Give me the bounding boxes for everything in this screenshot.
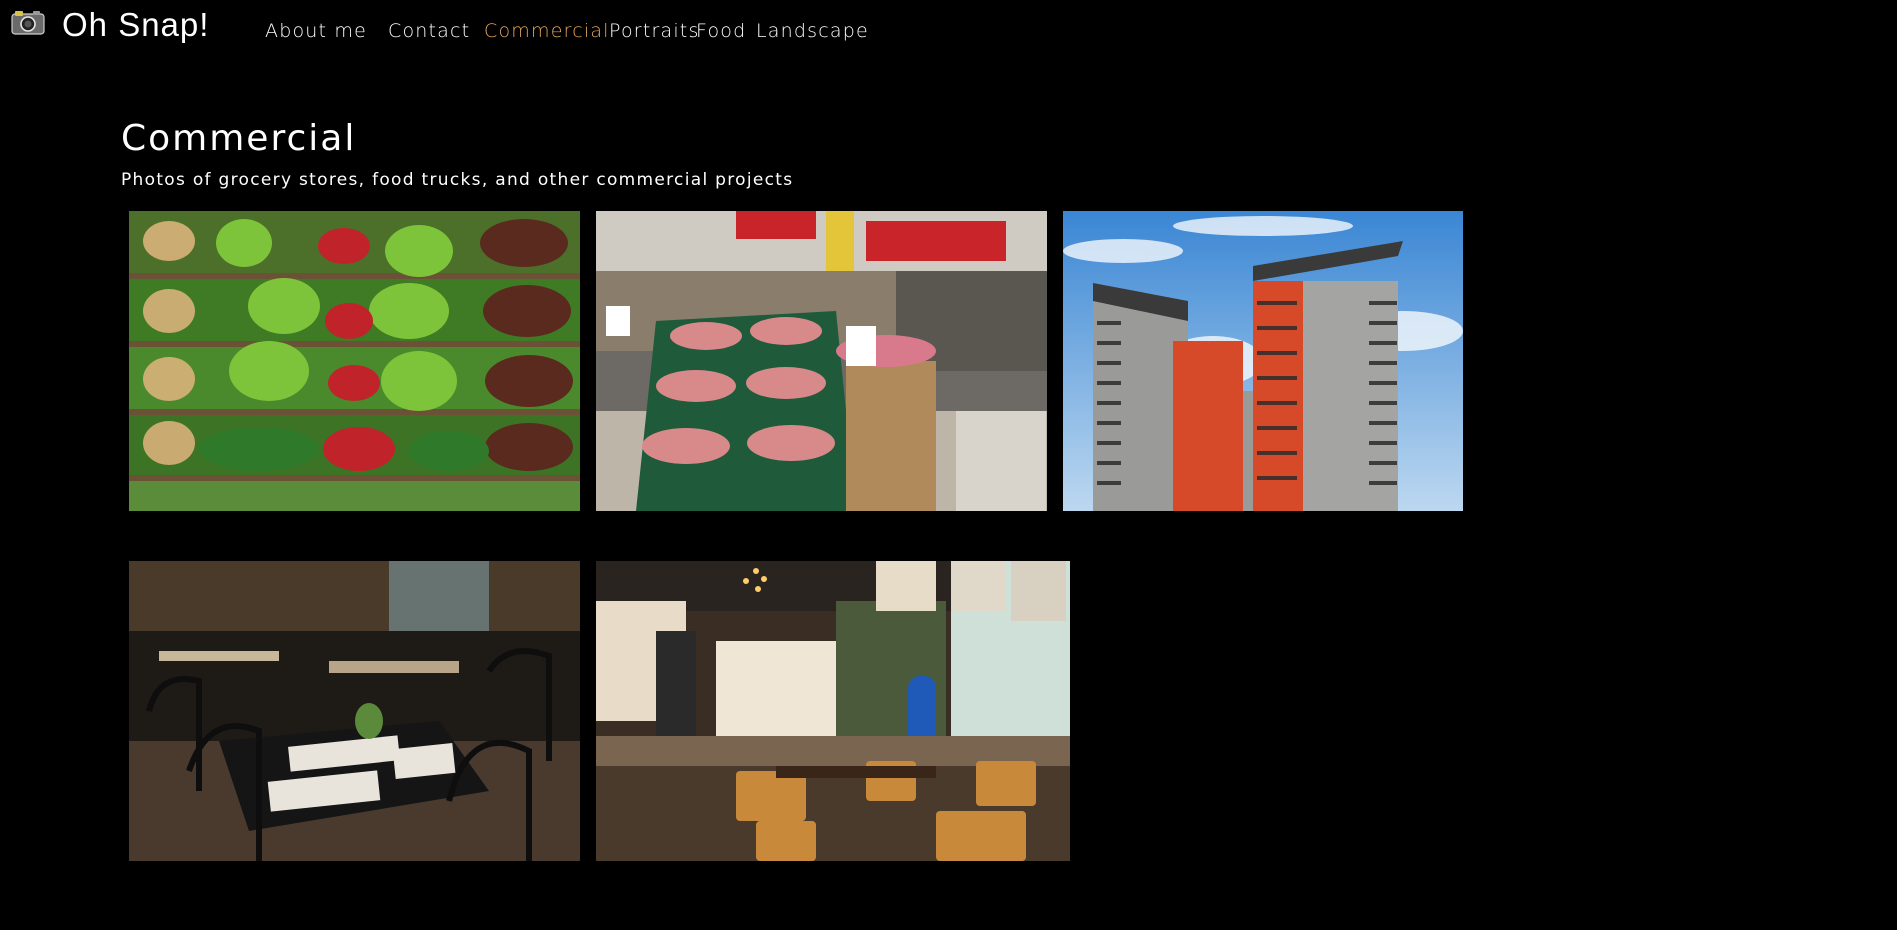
nav-item-commercial[interactable]: Commercial — [484, 18, 610, 44]
page-subtitle: Photos of grocery stores, food trucks, a… — [121, 170, 794, 190]
brand-name[interactable]: Oh Snap! — [62, 3, 209, 47]
supermarket-fruit-display-photo[interactable] — [596, 211, 1047, 511]
grocery-produce-shelves-photo[interactable] — [129, 211, 580, 511]
nav-item-about-me[interactable]: About me — [265, 18, 367, 44]
nav-item-food[interactable]: Food — [696, 18, 746, 44]
nav-item-contact[interactable]: Contact — [388, 18, 470, 44]
apartment-tower-blocks-photo[interactable] — [1063, 211, 1463, 511]
dark-restaurant-dining-room-photo[interactable] — [129, 561, 580, 861]
camera-icon[interactable] — [11, 9, 45, 35]
top-navigation-bar: Oh Snap! About me Contact Commercial Por… — [0, 0, 1897, 60]
page-title: Commercial — [121, 118, 357, 159]
nav-item-portraits[interactable]: Portraits — [609, 18, 700, 44]
nav-item-landscape[interactable]: Landscape — [756, 18, 869, 44]
cafe-interior-photo[interactable] — [596, 561, 1070, 861]
